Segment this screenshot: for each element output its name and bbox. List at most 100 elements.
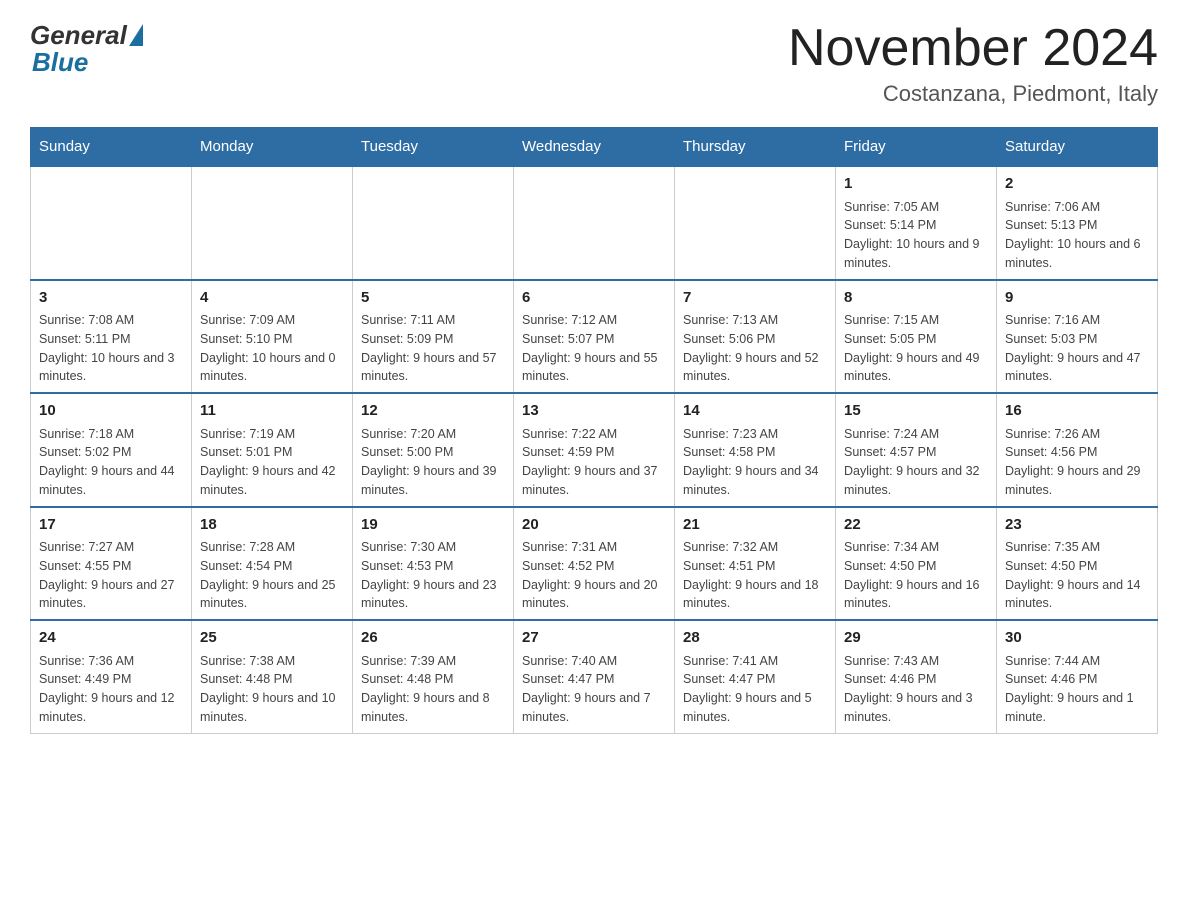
- day-number: 18: [200, 514, 344, 537]
- day-info: Sunrise: 7:40 AM Sunset: 4:47 PM Dayligh…: [522, 652, 666, 727]
- logo-triangle-icon: [129, 24, 143, 46]
- calendar-cell: 17Sunrise: 7:27 AM Sunset: 4:55 PM Dayli…: [31, 507, 192, 621]
- calendar-cell: 2Sunrise: 7:06 AM Sunset: 5:13 PM Daylig…: [997, 166, 1158, 280]
- day-info: Sunrise: 7:26 AM Sunset: 4:56 PM Dayligh…: [1005, 425, 1149, 500]
- day-number: 14: [683, 400, 827, 423]
- calendar-cell: 21Sunrise: 7:32 AM Sunset: 4:51 PM Dayli…: [675, 507, 836, 621]
- calendar-week-row: 24Sunrise: 7:36 AM Sunset: 4:49 PM Dayli…: [31, 620, 1158, 733]
- day-number: 7: [683, 287, 827, 310]
- calendar-cell: 1Sunrise: 7:05 AM Sunset: 5:14 PM Daylig…: [836, 166, 997, 280]
- day-of-week-header: Sunday: [31, 128, 192, 167]
- day-info: Sunrise: 7:28 AM Sunset: 4:54 PM Dayligh…: [200, 538, 344, 613]
- day-of-week-header: Monday: [192, 128, 353, 167]
- day-of-week-header: Wednesday: [514, 128, 675, 167]
- calendar-cell: 12Sunrise: 7:20 AM Sunset: 5:00 PM Dayli…: [353, 393, 514, 507]
- day-number: 29: [844, 627, 988, 650]
- calendar-cell: 13Sunrise: 7:22 AM Sunset: 4:59 PM Dayli…: [514, 393, 675, 507]
- calendar-cell: [192, 166, 353, 280]
- day-info: Sunrise: 7:13 AM Sunset: 5:06 PM Dayligh…: [683, 311, 827, 386]
- calendar-cell: 23Sunrise: 7:35 AM Sunset: 4:50 PM Dayli…: [997, 507, 1158, 621]
- calendar-table: SundayMondayTuesdayWednesdayThursdayFrid…: [30, 127, 1158, 734]
- day-number: 27: [522, 627, 666, 650]
- location-title: Costanzana, Piedmont, Italy: [788, 81, 1158, 107]
- calendar-week-row: 3Sunrise: 7:08 AM Sunset: 5:11 PM Daylig…: [31, 280, 1158, 394]
- day-number: 11: [200, 400, 344, 423]
- day-number: 2: [1005, 173, 1149, 196]
- day-info: Sunrise: 7:24 AM Sunset: 4:57 PM Dayligh…: [844, 425, 988, 500]
- calendar-cell: 8Sunrise: 7:15 AM Sunset: 5:05 PM Daylig…: [836, 280, 997, 394]
- day-number: 17: [39, 514, 183, 537]
- calendar-cell: 29Sunrise: 7:43 AM Sunset: 4:46 PM Dayli…: [836, 620, 997, 733]
- calendar-cell: 19Sunrise: 7:30 AM Sunset: 4:53 PM Dayli…: [353, 507, 514, 621]
- day-info: Sunrise: 7:20 AM Sunset: 5:00 PM Dayligh…: [361, 425, 505, 500]
- day-number: 21: [683, 514, 827, 537]
- day-info: Sunrise: 7:11 AM Sunset: 5:09 PM Dayligh…: [361, 311, 505, 386]
- day-info: Sunrise: 7:15 AM Sunset: 5:05 PM Dayligh…: [844, 311, 988, 386]
- day-info: Sunrise: 7:08 AM Sunset: 5:11 PM Dayligh…: [39, 311, 183, 386]
- calendar-cell: 9Sunrise: 7:16 AM Sunset: 5:03 PM Daylig…: [997, 280, 1158, 394]
- day-info: Sunrise: 7:44 AM Sunset: 4:46 PM Dayligh…: [1005, 652, 1149, 727]
- day-info: Sunrise: 7:39 AM Sunset: 4:48 PM Dayligh…: [361, 652, 505, 727]
- calendar-cell: 10Sunrise: 7:18 AM Sunset: 5:02 PM Dayli…: [31, 393, 192, 507]
- day-info: Sunrise: 7:30 AM Sunset: 4:53 PM Dayligh…: [361, 538, 505, 613]
- day-info: Sunrise: 7:38 AM Sunset: 4:48 PM Dayligh…: [200, 652, 344, 727]
- day-number: 13: [522, 400, 666, 423]
- calendar-cell: 24Sunrise: 7:36 AM Sunset: 4:49 PM Dayli…: [31, 620, 192, 733]
- day-info: Sunrise: 7:22 AM Sunset: 4:59 PM Dayligh…: [522, 425, 666, 500]
- day-number: 22: [844, 514, 988, 537]
- calendar-cell: 25Sunrise: 7:38 AM Sunset: 4:48 PM Dayli…: [192, 620, 353, 733]
- calendar-cell: 26Sunrise: 7:39 AM Sunset: 4:48 PM Dayli…: [353, 620, 514, 733]
- day-number: 26: [361, 627, 505, 650]
- day-of-week-header: Thursday: [675, 128, 836, 167]
- day-of-week-header: Tuesday: [353, 128, 514, 167]
- day-info: Sunrise: 7:32 AM Sunset: 4:51 PM Dayligh…: [683, 538, 827, 613]
- calendar-cell: 14Sunrise: 7:23 AM Sunset: 4:58 PM Dayli…: [675, 393, 836, 507]
- day-number: 12: [361, 400, 505, 423]
- day-info: Sunrise: 7:23 AM Sunset: 4:58 PM Dayligh…: [683, 425, 827, 500]
- calendar-cell: 3Sunrise: 7:08 AM Sunset: 5:11 PM Daylig…: [31, 280, 192, 394]
- day-info: Sunrise: 7:43 AM Sunset: 4:46 PM Dayligh…: [844, 652, 988, 727]
- day-number: 24: [39, 627, 183, 650]
- calendar-cell: [514, 166, 675, 280]
- day-number: 1: [844, 173, 988, 196]
- day-number: 8: [844, 287, 988, 310]
- day-of-week-header: Saturday: [997, 128, 1158, 167]
- logo-blue-text: Blue: [32, 47, 88, 78]
- day-info: Sunrise: 7:34 AM Sunset: 4:50 PM Dayligh…: [844, 538, 988, 613]
- calendar-cell: 5Sunrise: 7:11 AM Sunset: 5:09 PM Daylig…: [353, 280, 514, 394]
- day-number: 19: [361, 514, 505, 537]
- page-header: General Blue November 2024 Costanzana, P…: [30, 20, 1158, 107]
- day-info: Sunrise: 7:19 AM Sunset: 5:01 PM Dayligh…: [200, 425, 344, 500]
- logo: General Blue: [30, 20, 143, 78]
- day-info: Sunrise: 7:27 AM Sunset: 4:55 PM Dayligh…: [39, 538, 183, 613]
- day-number: 25: [200, 627, 344, 650]
- day-info: Sunrise: 7:09 AM Sunset: 5:10 PM Dayligh…: [200, 311, 344, 386]
- calendar-cell: 4Sunrise: 7:09 AM Sunset: 5:10 PM Daylig…: [192, 280, 353, 394]
- day-info: Sunrise: 7:35 AM Sunset: 4:50 PM Dayligh…: [1005, 538, 1149, 613]
- calendar-cell: 6Sunrise: 7:12 AM Sunset: 5:07 PM Daylig…: [514, 280, 675, 394]
- day-number: 30: [1005, 627, 1149, 650]
- day-number: 15: [844, 400, 988, 423]
- calendar-week-row: 17Sunrise: 7:27 AM Sunset: 4:55 PM Dayli…: [31, 507, 1158, 621]
- day-info: Sunrise: 7:06 AM Sunset: 5:13 PM Dayligh…: [1005, 198, 1149, 273]
- calendar-cell: 27Sunrise: 7:40 AM Sunset: 4:47 PM Dayli…: [514, 620, 675, 733]
- day-number: 4: [200, 287, 344, 310]
- day-info: Sunrise: 7:12 AM Sunset: 5:07 PM Dayligh…: [522, 311, 666, 386]
- calendar-cell: 11Sunrise: 7:19 AM Sunset: 5:01 PM Dayli…: [192, 393, 353, 507]
- day-number: 3: [39, 287, 183, 310]
- calendar-cell: 15Sunrise: 7:24 AM Sunset: 4:57 PM Dayli…: [836, 393, 997, 507]
- calendar-cell: [353, 166, 514, 280]
- calendar-week-row: 1Sunrise: 7:05 AM Sunset: 5:14 PM Daylig…: [31, 166, 1158, 280]
- day-number: 10: [39, 400, 183, 423]
- day-number: 23: [1005, 514, 1149, 537]
- day-info: Sunrise: 7:31 AM Sunset: 4:52 PM Dayligh…: [522, 538, 666, 613]
- month-title: November 2024: [788, 20, 1158, 77]
- calendar-header-row: SundayMondayTuesdayWednesdayThursdayFrid…: [31, 128, 1158, 167]
- day-number: 20: [522, 514, 666, 537]
- calendar-week-row: 10Sunrise: 7:18 AM Sunset: 5:02 PM Dayli…: [31, 393, 1158, 507]
- calendar-cell: 7Sunrise: 7:13 AM Sunset: 5:06 PM Daylig…: [675, 280, 836, 394]
- day-info: Sunrise: 7:36 AM Sunset: 4:49 PM Dayligh…: [39, 652, 183, 727]
- day-number: 28: [683, 627, 827, 650]
- day-number: 16: [1005, 400, 1149, 423]
- day-info: Sunrise: 7:41 AM Sunset: 4:47 PM Dayligh…: [683, 652, 827, 727]
